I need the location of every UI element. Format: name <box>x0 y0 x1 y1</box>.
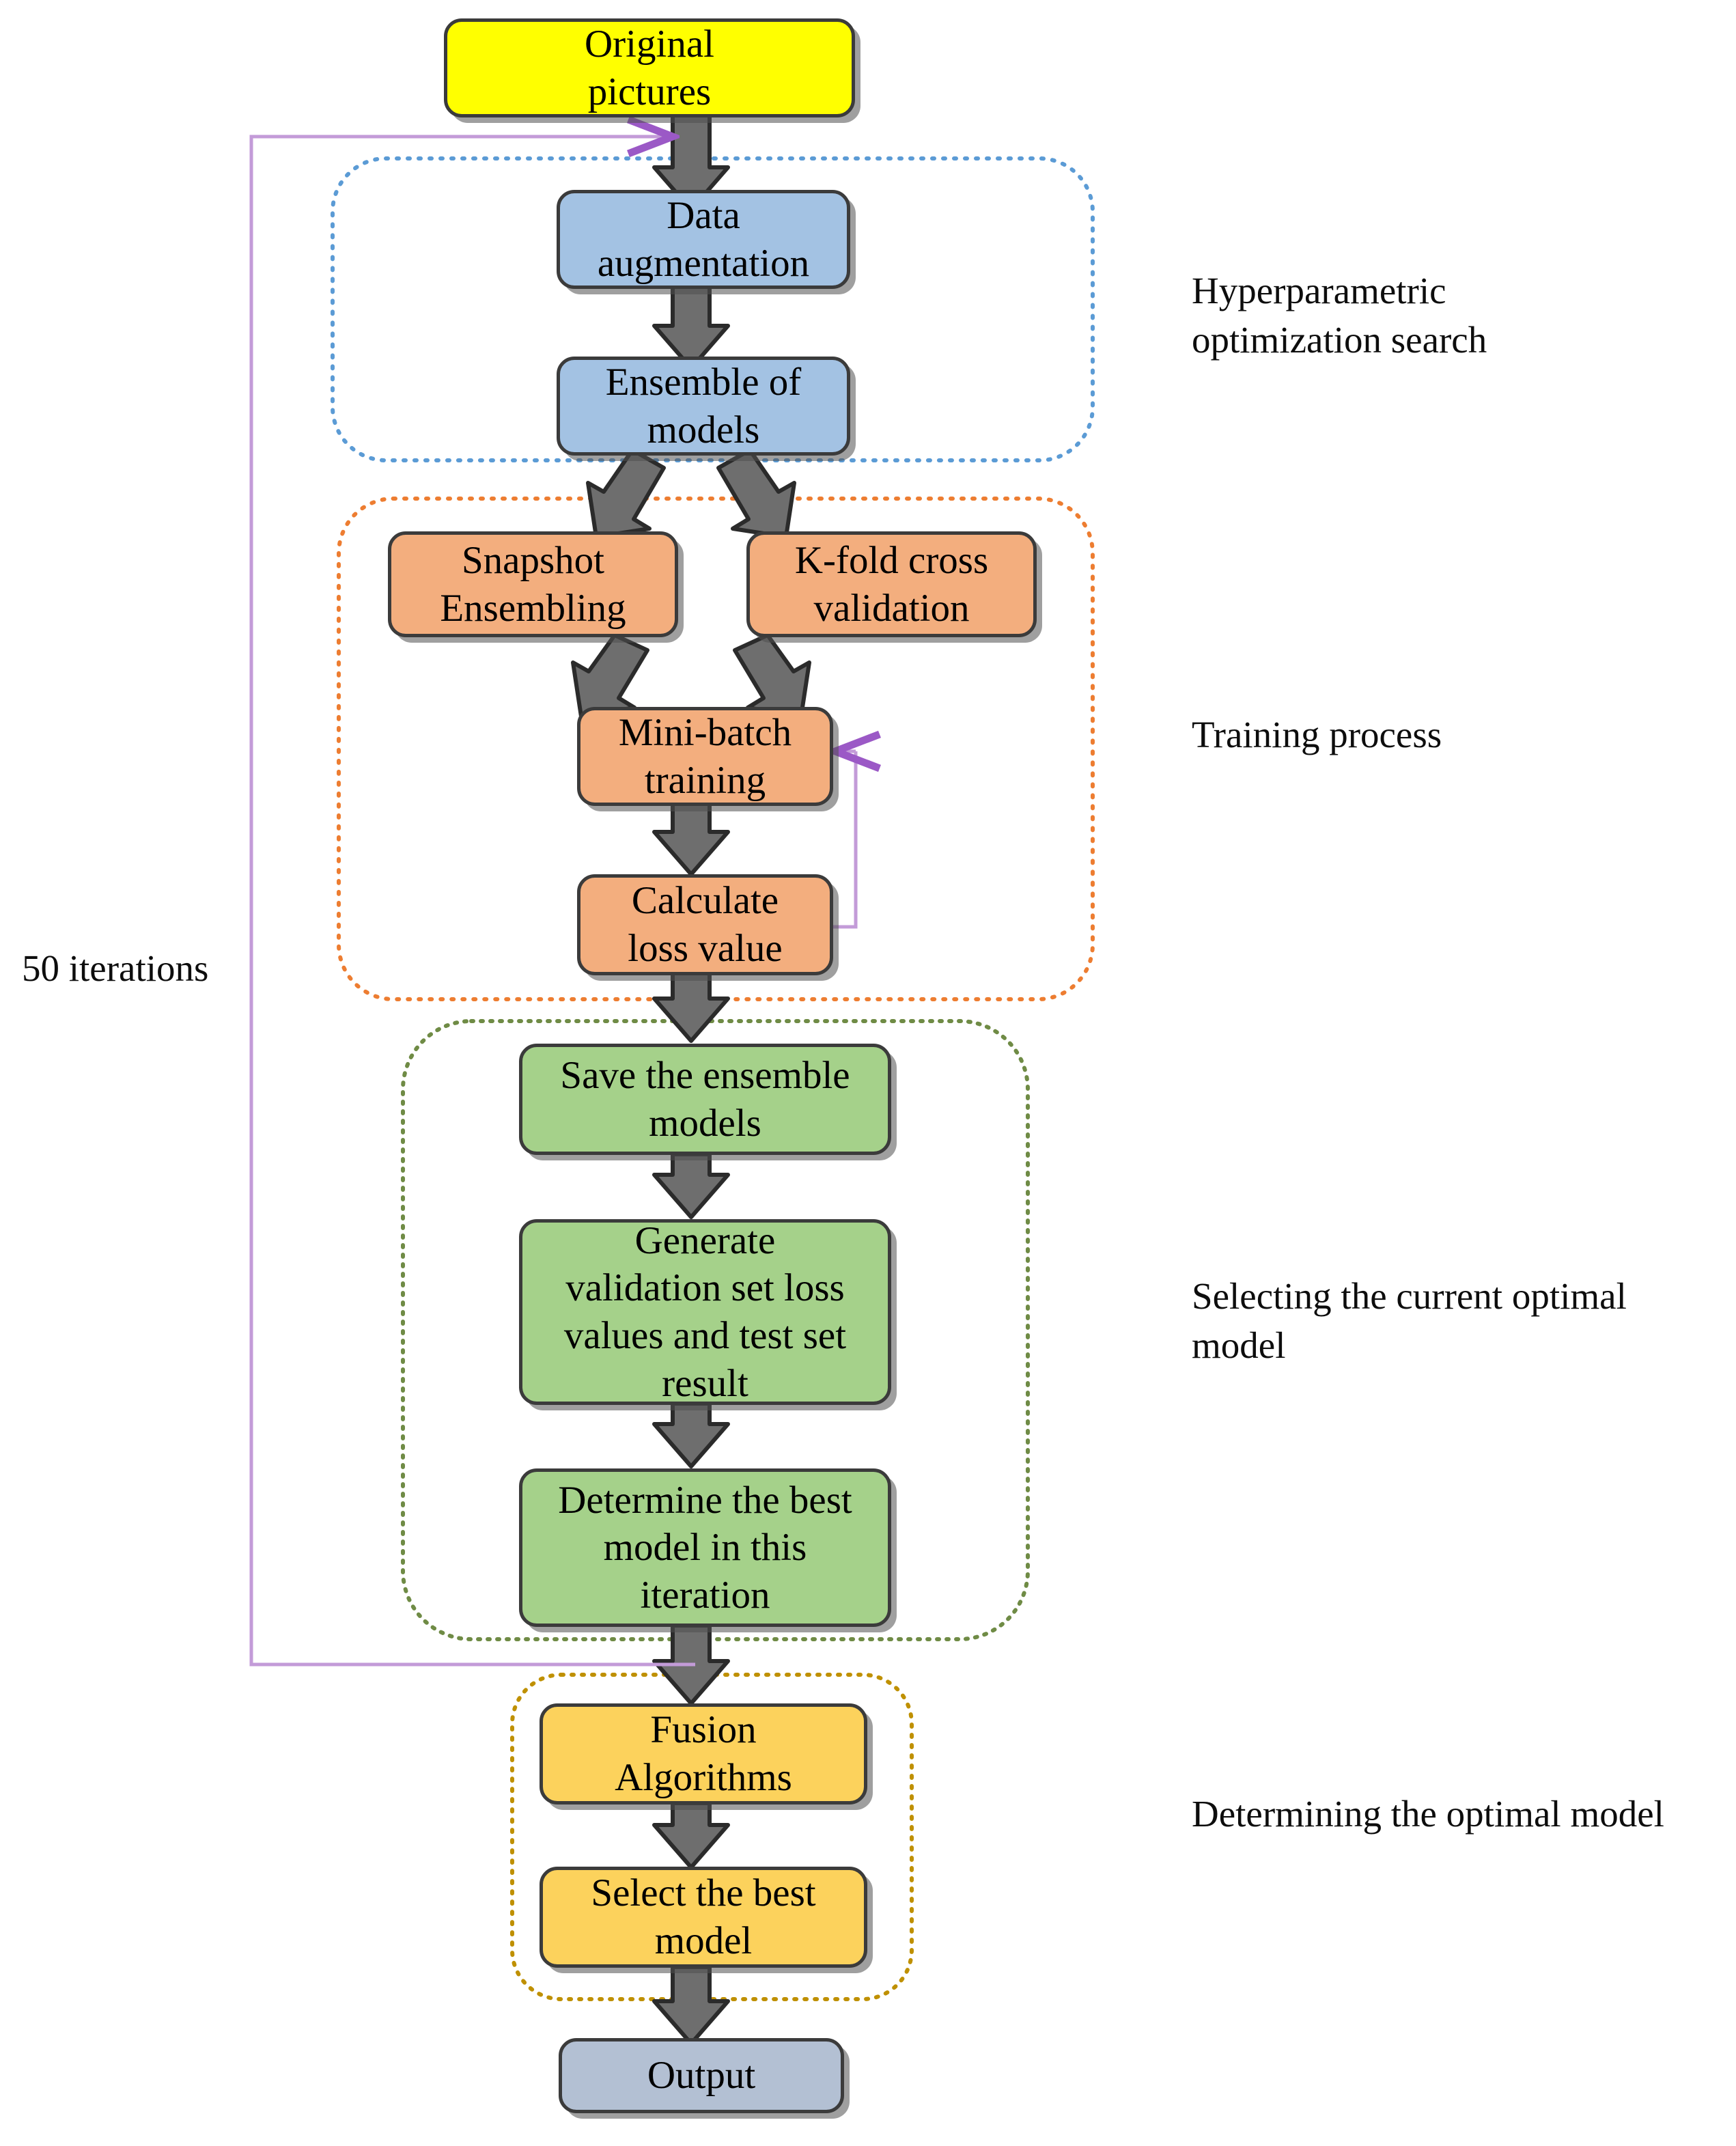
stage-label-line: Selecting the current optimal <box>1192 1275 1627 1317</box>
stage-label-line: Training process <box>1192 714 1442 755</box>
arrow-kfold-to-minibatch <box>733 633 811 719</box>
node-ensemble-of-models[interactable]: Ensemble of models <box>557 357 850 456</box>
node-label-line: K-fold cross <box>794 538 989 582</box>
node-label-line: validation set loss <box>565 1266 845 1310</box>
arrow-fusion-to-select <box>652 1801 730 1869</box>
node-fusion-algorithms[interactable]: Fusion Algorithms <box>540 1703 867 1804</box>
node-label-line: model <box>654 1919 753 1962</box>
node-mini-batch-training[interactable]: Mini-batch training <box>577 707 833 806</box>
stage-label-training-process: Training process <box>1192 710 1697 760</box>
stage-label-determining-optimal: Determining the optimal model <box>1192 1789 1731 1839</box>
node-kfold-cross-validation[interactable]: K-fold cross validation <box>746 531 1037 637</box>
node-label-line: models <box>647 408 760 451</box>
node-generate-validation-results[interactable]: Generate validation set loss values and … <box>519 1219 891 1405</box>
node-label-line: Save the ensemble <box>560 1053 850 1097</box>
stage-label-line: model <box>1192 1324 1286 1366</box>
node-label-line: values and test set <box>563 1314 847 1357</box>
node-label-line: Fusion <box>650 1708 757 1752</box>
arrow-ensemble-to-snapshot <box>586 448 666 539</box>
arrow-select-to-output <box>652 1965 730 2046</box>
arrow-generate-to-determine <box>652 1402 730 1468</box>
node-label-line: models <box>649 1101 761 1145</box>
node-select-best-model[interactable]: Select the best model <box>540 1867 867 1968</box>
arrow-save-to-generate <box>652 1152 730 1219</box>
node-label-line: augmentation <box>597 241 810 285</box>
node-label-line: Ensembling <box>440 586 626 630</box>
flowchart-canvas: Original pictures Data augmentation Ense… <box>0 0 1736 2146</box>
node-data-augmentation[interactable]: Data augmentation <box>557 190 850 289</box>
node-label-line: Ensemble of <box>605 360 802 404</box>
node-label-line: pictures <box>587 70 712 113</box>
node-save-ensemble-models[interactable]: Save the ensemble models <box>519 1044 891 1155</box>
node-label-line: iteration <box>640 1573 770 1617</box>
node-label-line: Mini-batch <box>618 710 792 754</box>
node-label-line: Output <box>647 2054 756 2098</box>
stage-label-hyperparametric: Hyperparametric optimization search <box>1192 266 1697 364</box>
node-label-line: training <box>644 758 766 802</box>
arrow-loss-to-save <box>652 971 730 1043</box>
arrow-snapshot-to-minibatch <box>571 633 649 719</box>
node-label-line: model in this <box>603 1526 807 1570</box>
node-label-line: Select the best <box>591 1871 816 1915</box>
node-output[interactable]: Output <box>559 2038 844 2113</box>
loop-label-text: 50 iterations <box>22 947 209 989</box>
loop-label-50-iterations: 50 iterations <box>22 944 208 993</box>
node-label-line: Determine the best <box>558 1478 852 1522</box>
node-label-line: Data <box>667 193 740 237</box>
stage-label-line: optimization search <box>1192 318 1487 361</box>
node-original-pictures[interactable]: Original pictures <box>444 18 855 117</box>
stage-label-line: Determining the optimal model <box>1192 1793 1664 1835</box>
arrow-minibatch-to-loss <box>652 794 730 876</box>
node-label-line: Generate <box>634 1218 776 1262</box>
node-label-line: result <box>662 1361 748 1405</box>
node-calculate-loss-value[interactable]: Calculate loss value <box>577 874 833 975</box>
loop-loss-to-minibatch <box>832 751 856 929</box>
node-determine-best-model-iteration[interactable]: Determine the best model in this iterati… <box>519 1468 891 1627</box>
node-label-line: validation <box>813 586 970 630</box>
node-label-line: Algorithms <box>615 1756 792 1799</box>
node-label-line: loss value <box>628 927 783 970</box>
arrow-determine-to-fusion <box>652 1624 730 1705</box>
stage-label-line: Hyperparametric <box>1192 270 1446 311</box>
node-label-line: Snapshot <box>461 538 605 582</box>
node-label-line: Calculate <box>631 879 779 923</box>
stage-label-selecting-current-optimal: Selecting the current optimal model <box>1192 1272 1724 1369</box>
node-label-line: Original <box>585 22 714 66</box>
arrow-ensemble-to-kfold <box>716 448 796 539</box>
node-snapshot-ensembling[interactable]: Snapshot Ensembling <box>388 531 678 637</box>
